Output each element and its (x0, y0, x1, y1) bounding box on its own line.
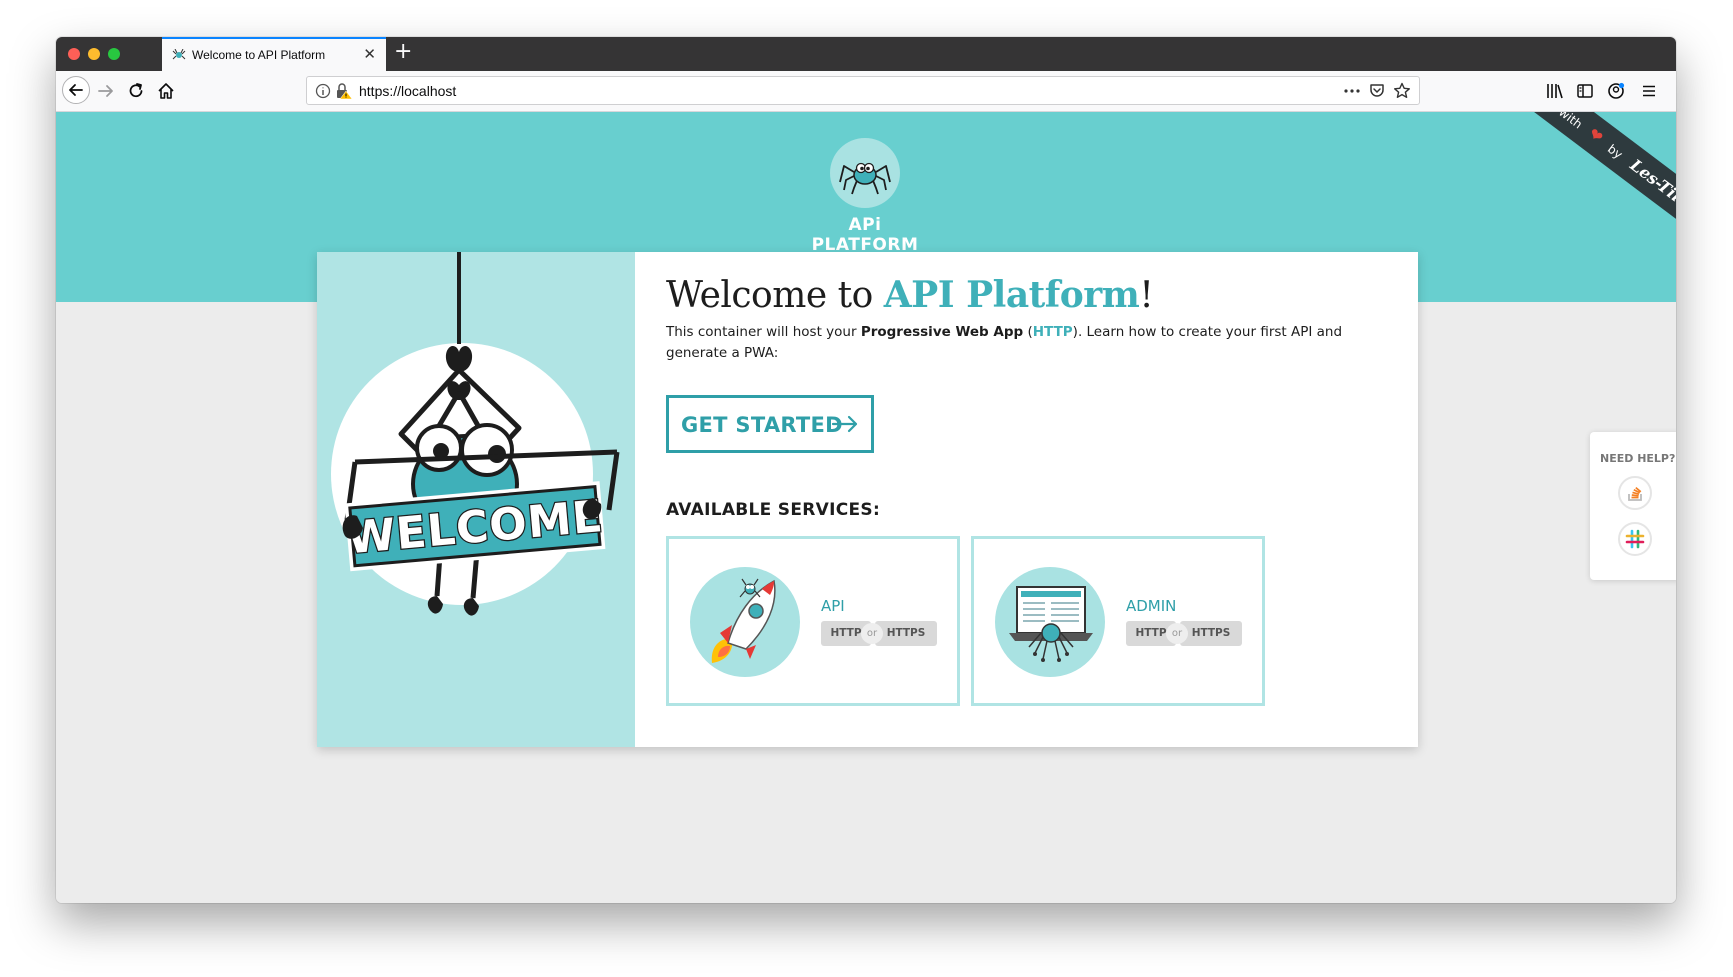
new-tab-button[interactable]: + (394, 39, 412, 64)
tab-title: Welcome to API Platform (192, 48, 326, 62)
api-https-button[interactable]: HTTPS (875, 621, 937, 646)
laptop-spider-icon (995, 567, 1105, 677)
admin-https-button[interactable]: HTTPS (1180, 621, 1242, 646)
intro-part1: This container will host your (666, 324, 861, 340)
address-bar[interactable]: https://localhost (306, 76, 1420, 105)
stackoverflow-icon (1628, 486, 1642, 501)
api-or-separator: or (861, 623, 883, 644)
welcome-content: Welcome to API Platform! This container … (635, 252, 1418, 747)
minimize-window-button[interactable] (88, 48, 100, 60)
intro-bold: Progressive Web App (860, 324, 1024, 340)
stackoverflow-button[interactable] (1618, 476, 1652, 510)
title-bar: Welcome to API Platform ✕ + (56, 37, 1676, 71)
spider-logo-icon (839, 162, 891, 195)
spider-icon (172, 49, 186, 60)
reload-icon[interactable] (126, 81, 146, 101)
service-name-admin[interactable]: ADMIN (1126, 597, 1176, 615)
service-card-admin[interactable]: ADMIN HTTP HTTPS or (971, 536, 1265, 706)
back-button[interactable] (62, 76, 90, 104)
info-icon[interactable] (315, 83, 331, 99)
slack-icon (1625, 529, 1645, 549)
more-actions-icon[interactable] (1343, 85, 1361, 97)
home-icon[interactable] (156, 81, 176, 101)
page-title: Welcome to API Platform! (666, 274, 1154, 316)
page-content: APi PLATFORM made with ❤ by Les-Tilleuls… (56, 112, 1676, 903)
slack-button[interactable] (1618, 522, 1652, 556)
ribbon-made-with: made with (1526, 112, 1585, 131)
account-icon[interactable] (1606, 81, 1626, 101)
close-window-button[interactable] (68, 48, 80, 60)
pwa-http-link[interactable]: HTTP (1033, 324, 1073, 340)
sidebar-icon[interactable] (1576, 82, 1594, 100)
navigation-toolbar: https://localhost (56, 71, 1676, 112)
brand-name: APi PLATFORM (811, 215, 919, 255)
need-help-panel: NEED HELP? (1590, 432, 1676, 580)
library-icon[interactable] (1546, 82, 1564, 100)
made-by-ribbon[interactable]: made with ❤ by Les-Tilleuls.coop (1498, 112, 1676, 284)
spider-welcome-sign-illustration: WELCOME (331, 252, 620, 616)
url-text: https://localhost (359, 83, 457, 99)
tab-welcome[interactable]: Welcome to API Platform ✕ (162, 37, 386, 71)
bookmark-star-icon[interactable] (1393, 82, 1411, 100)
get-started-label: GET STARTED (681, 413, 843, 437)
title-suffix: ! (1139, 275, 1154, 316)
ribbon-company: Les-Tilleuls.coop (1626, 155, 1676, 261)
title-accent: API Platform (883, 274, 1140, 316)
intro-text: This container will host your Progressiv… (666, 322, 1386, 364)
get-started-button[interactable]: GET STARTED (666, 395, 874, 453)
api-platform-logo[interactable] (830, 138, 900, 208)
service-name-api[interactable]: API (821, 597, 845, 615)
forward-icon[interactable] (96, 81, 116, 101)
arrow-right-icon (831, 415, 858, 433)
browser-window: Welcome to API Platform ✕ + https://loca… (56, 37, 1676, 903)
close-tab-button[interactable]: ✕ (363, 45, 376, 63)
back-icon (69, 84, 83, 96)
ribbon-by: by (1604, 141, 1626, 162)
menu-icon[interactable] (1640, 82, 1658, 100)
need-help-title: NEED HELP? (1600, 452, 1676, 465)
maximize-window-button[interactable] (108, 48, 120, 60)
intro-open-paren: ( (1023, 324, 1033, 340)
services-heading: AVAILABLE SERVICES: (666, 500, 881, 520)
insecure-lock-icon[interactable] (335, 82, 353, 100)
service-card-api[interactable]: API HTTP HTTPS or (666, 536, 960, 706)
rocket-icon (690, 567, 800, 677)
pocket-icon[interactable] (1368, 82, 1386, 100)
title-prefix: Welcome to (666, 275, 884, 316)
heart-icon: ❤ (1584, 123, 1607, 147)
welcome-card: WELCOME Welcome to API Platform! This co… (317, 252, 1418, 747)
welcome-illustration: WELCOME (317, 252, 635, 747)
admin-or-separator: or (1166, 623, 1188, 644)
